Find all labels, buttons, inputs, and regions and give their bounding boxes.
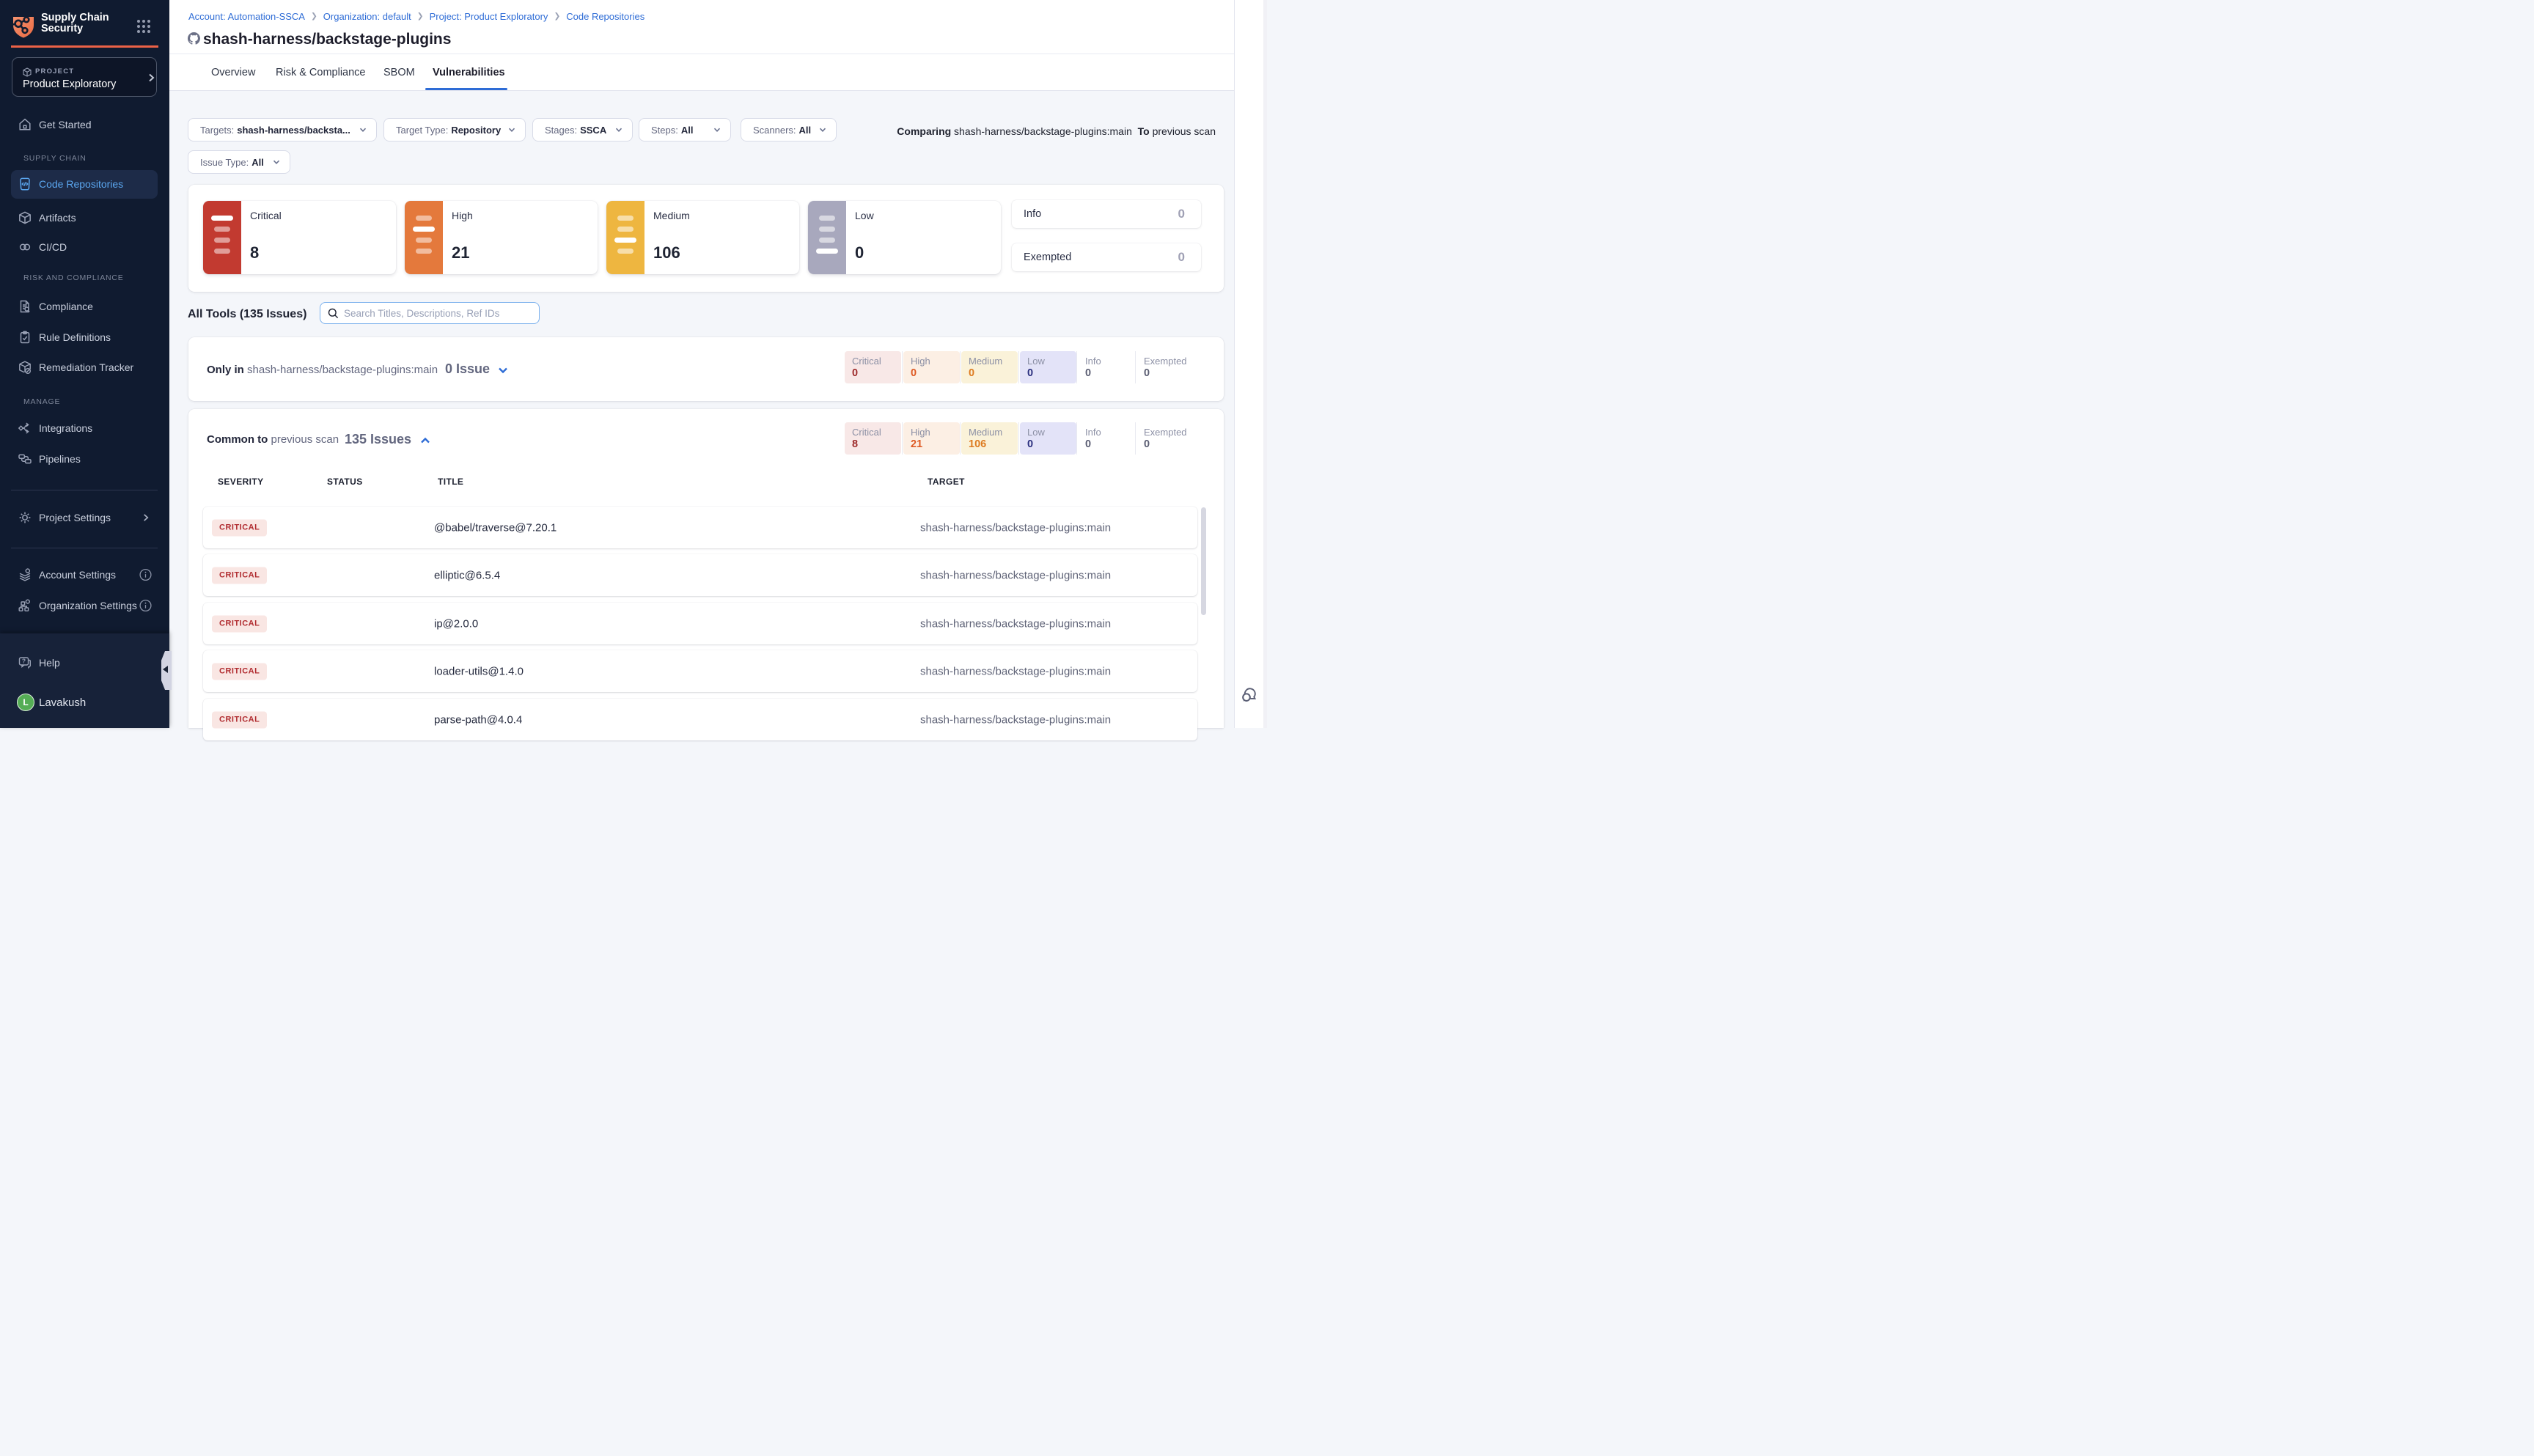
svg-text:?: ? [22, 658, 26, 665]
